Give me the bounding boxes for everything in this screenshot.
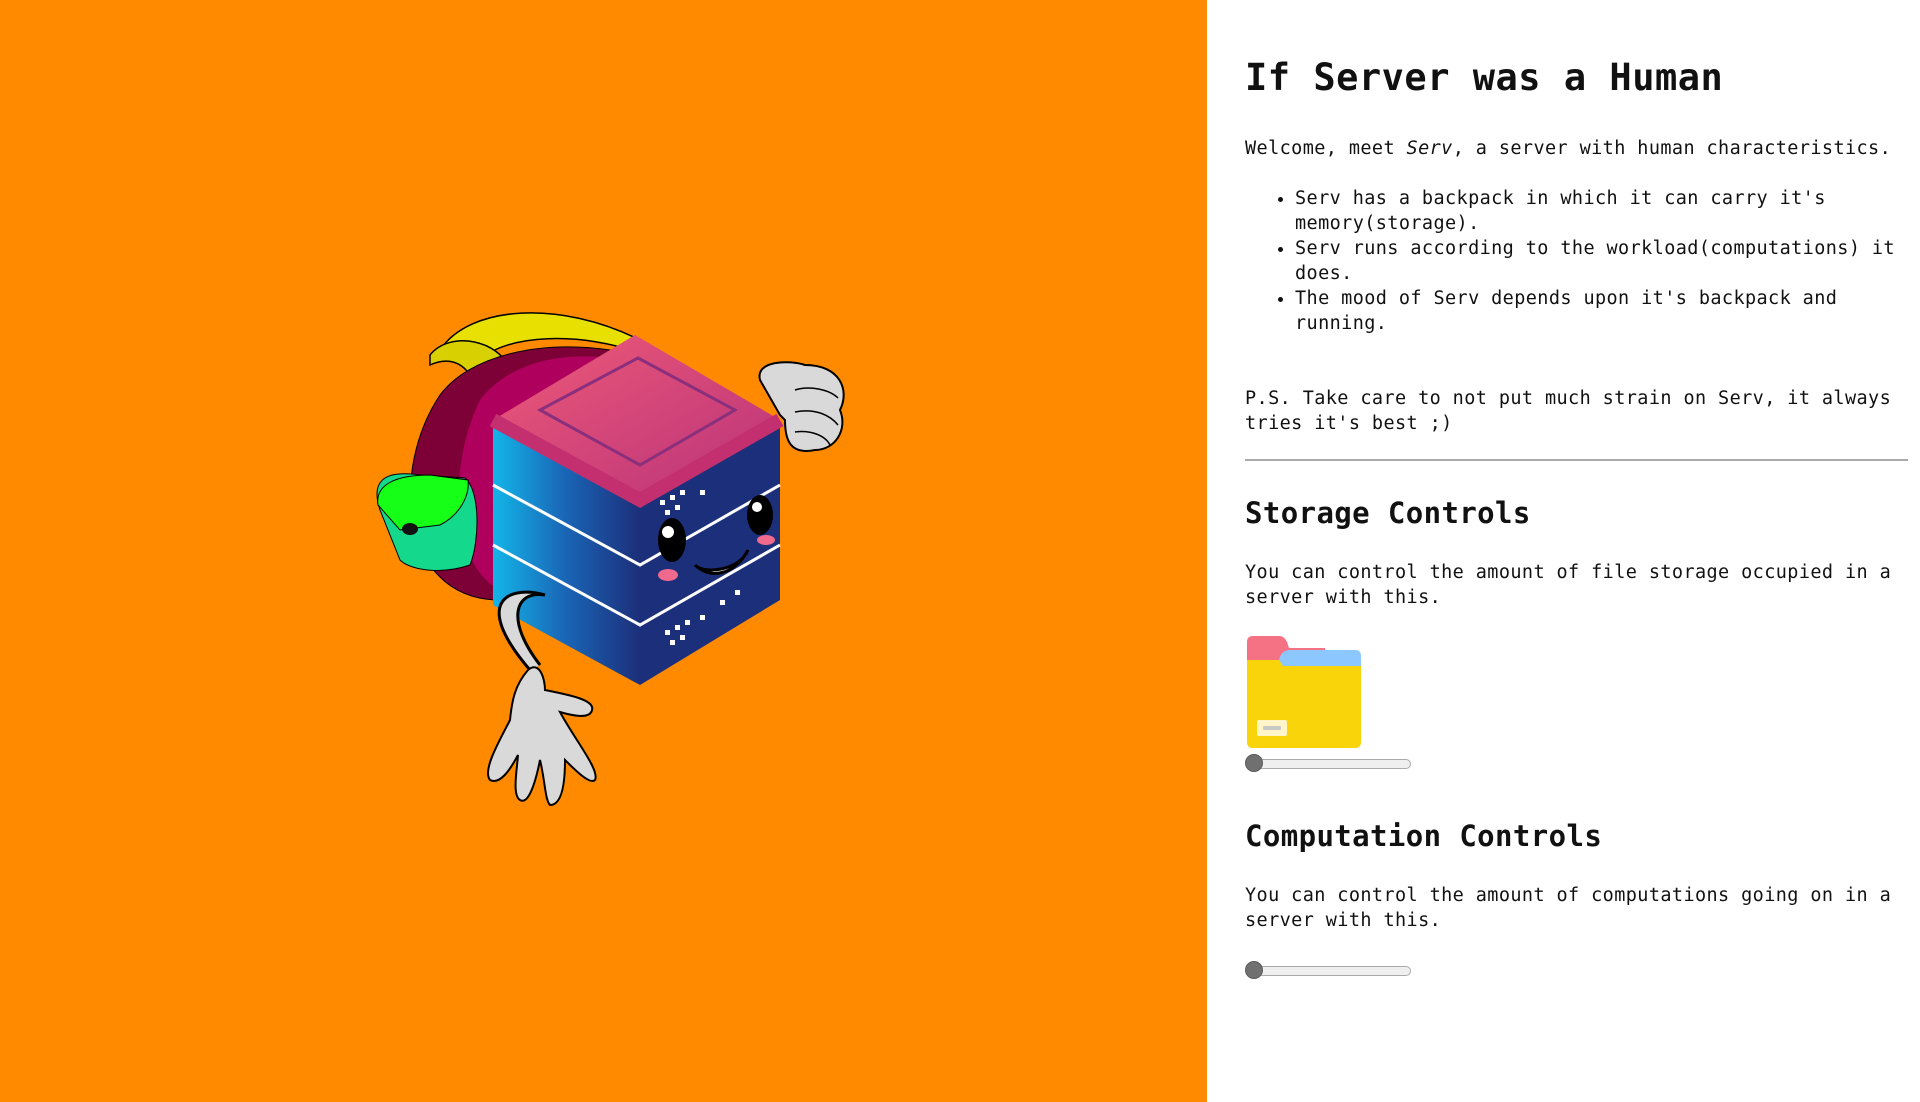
server-name: Serv — [1406, 138, 1453, 159]
computation-slider-track[interactable] — [1249, 966, 1411, 976]
storage-slider-track[interactable] — [1249, 759, 1411, 769]
computation-description: You can control the amount of computatio… — [1245, 885, 1892, 931]
folder-icon — [1245, 636, 1363, 748]
right-cheek — [757, 535, 775, 545]
list-item: Serv has a backpack in which it can carr… — [1295, 186, 1908, 236]
storage-description: You can control the amount of file stora… — [1245, 562, 1892, 608]
welcome-suffix: , a server with human characteristics. — [1452, 138, 1892, 159]
right-eye — [747, 495, 773, 535]
list-item: The mood of Serv depends upon it's backp… — [1295, 286, 1908, 336]
left-glove — [487, 666, 597, 807]
divider — [1245, 459, 1908, 461]
computation-slider[interactable] — [1245, 961, 1411, 979]
left-eye — [658, 518, 686, 562]
computation-slider-thumb[interactable] — [1245, 961, 1263, 979]
left-cheek — [658, 569, 678, 581]
page-title: If Server was a Human — [1245, 56, 1724, 99]
info-panel: If Server was a Human Welcome, meet Serv… — [1207, 0, 1920, 1102]
storage-slider[interactable] — [1245, 754, 1411, 772]
storage-controls-title: Storage Controls — [1245, 496, 1531, 530]
feature-list: Serv has a backpack in which it can carr… — [1245, 186, 1908, 336]
list-item: Serv runs according to the workload(comp… — [1295, 236, 1908, 286]
computation-controls-title: Computation Controls — [1245, 819, 1603, 853]
welcome-text: Welcome, meet Serv, a server with human … — [1245, 136, 1908, 161]
server-character-illustration — [376, 312, 845, 807]
ps-note: P.S. Take care to not put much strain on… — [1245, 388, 1892, 434]
welcome-prefix: Welcome, meet — [1245, 138, 1407, 159]
storage-slider-thumb[interactable] — [1245, 754, 1263, 772]
illustration-stage — [0, 0, 1207, 1102]
